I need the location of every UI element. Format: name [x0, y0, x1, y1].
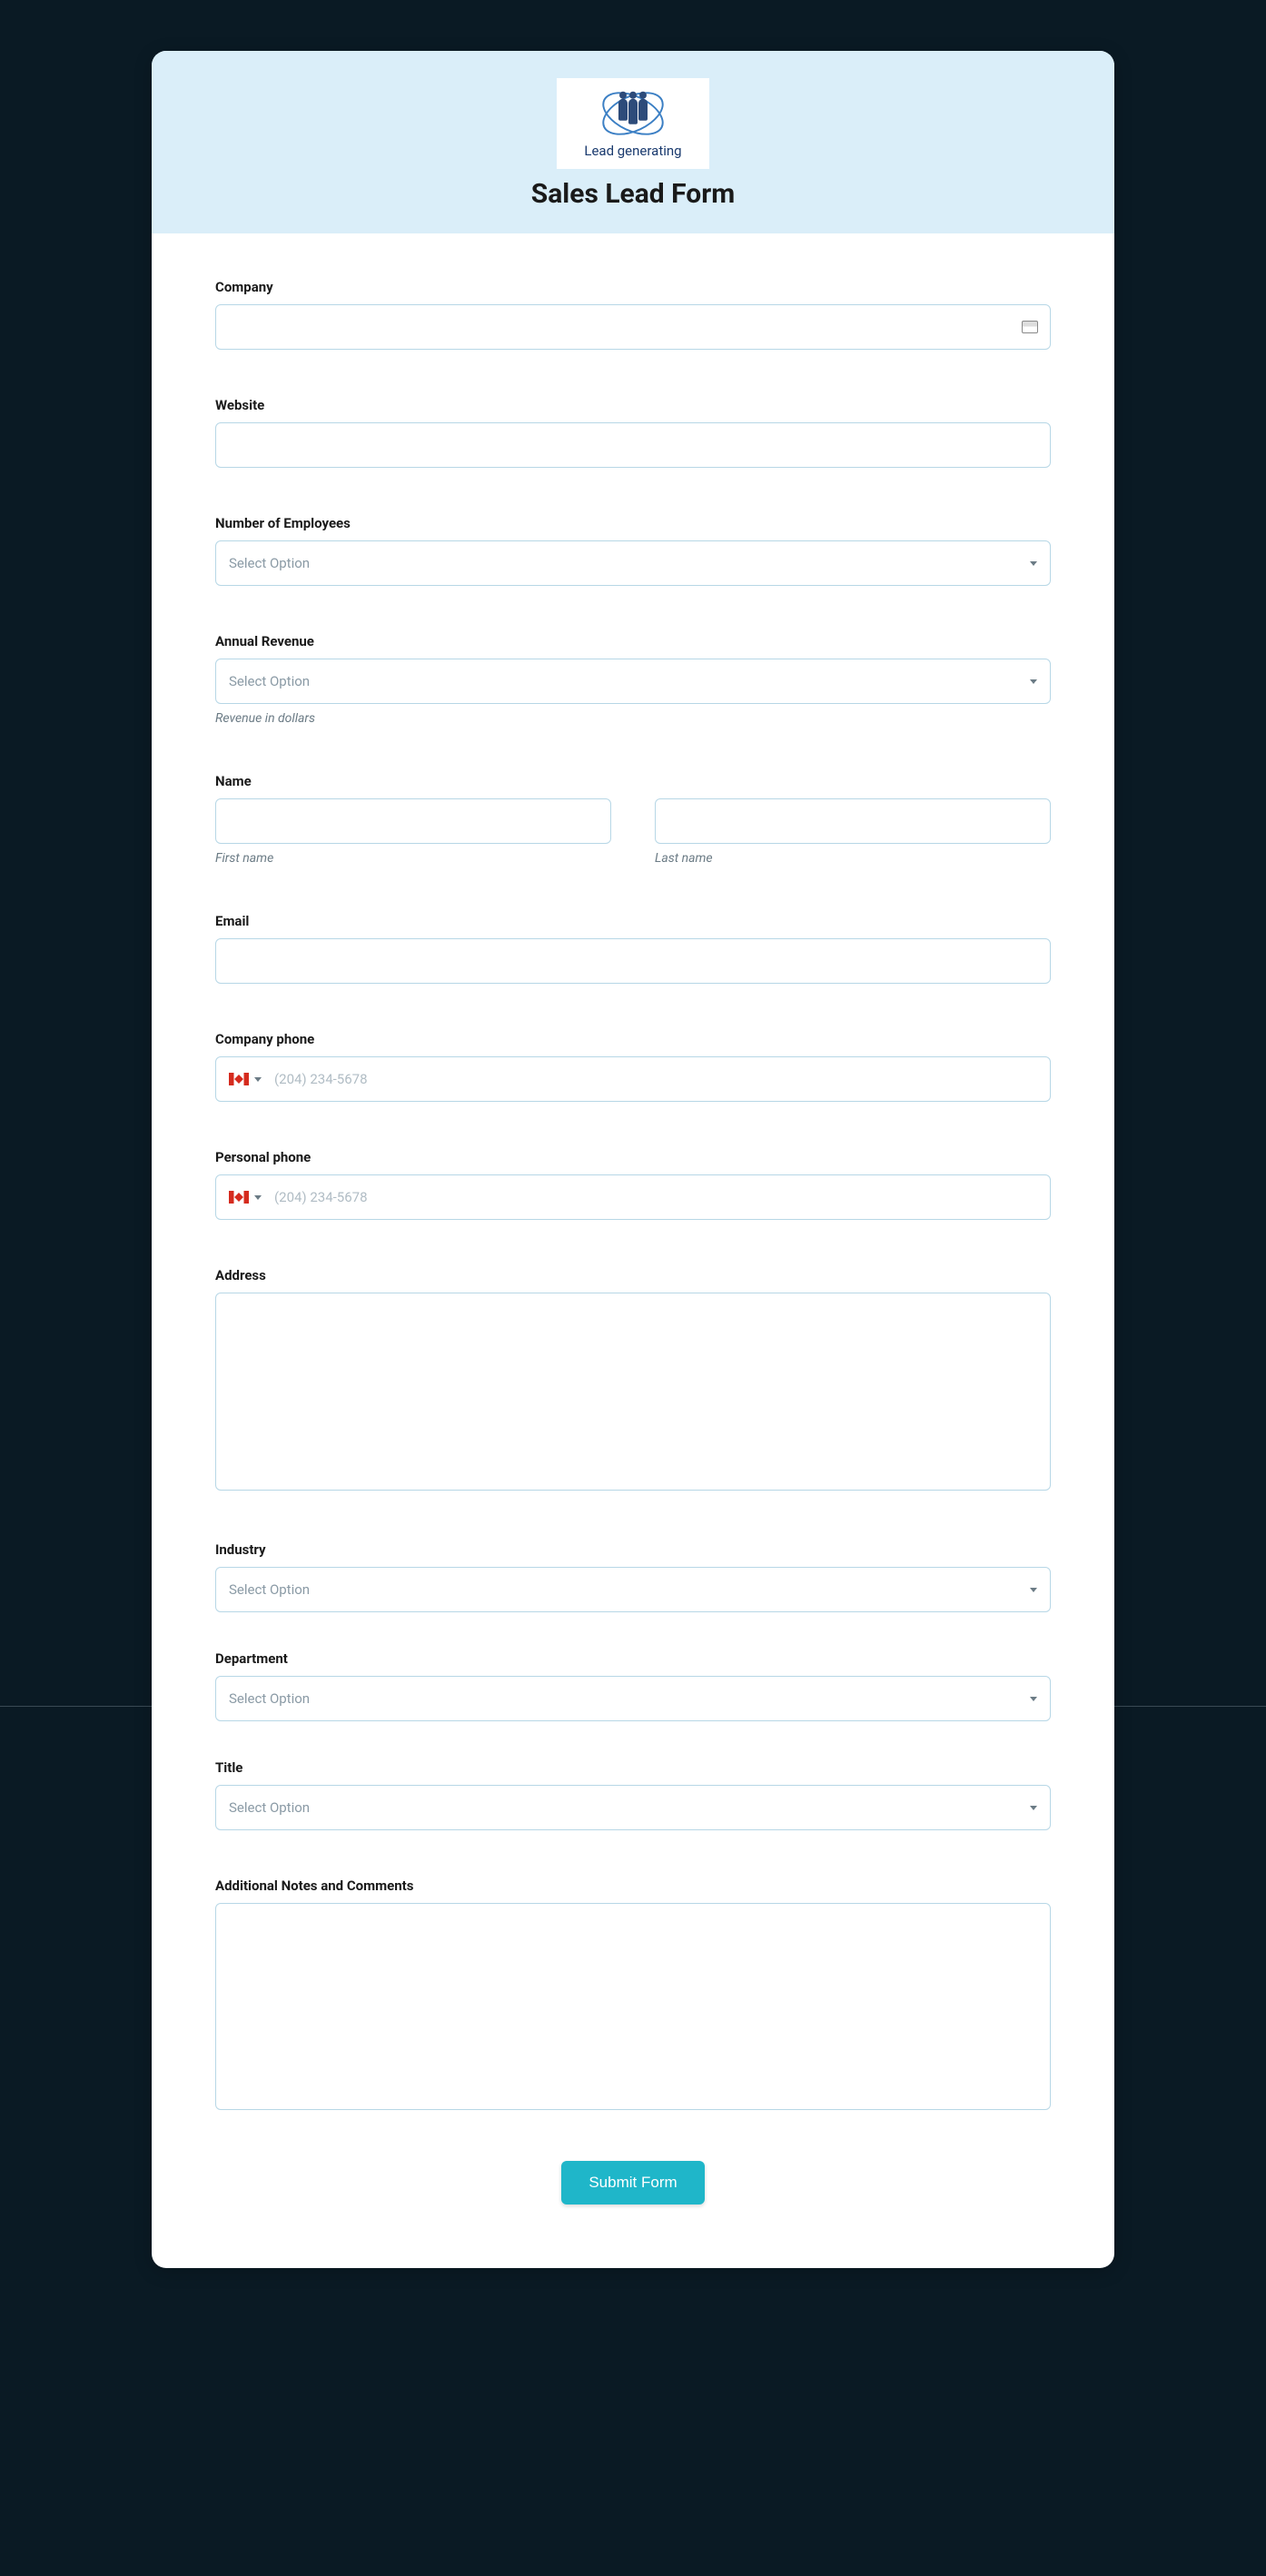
industry-placeholder: Select Option	[229, 1581, 310, 1598]
chevron-down-icon	[1030, 679, 1037, 684]
address-input[interactable]	[215, 1293, 1051, 1491]
website-label: Website	[215, 397, 1051, 413]
employees-label: Number of Employees	[215, 515, 1051, 531]
field-website: Website	[215, 397, 1051, 468]
email-label: Email	[215, 913, 1051, 929]
department-placeholder: Select Option	[229, 1690, 310, 1707]
field-title: Title Select Option	[215, 1759, 1051, 1830]
department-select[interactable]: Select Option	[215, 1676, 1051, 1721]
revenue-placeholder: Select Option	[229, 673, 310, 689]
department-label: Department	[215, 1650, 1051, 1667]
page-title: Sales Lead Form	[152, 178, 1114, 210]
field-address: Address	[215, 1267, 1051, 1494]
form-header: Lead generating Sales Lead Form	[152, 51, 1114, 233]
first-name-input[interactable]	[215, 798, 611, 844]
field-email: Email	[215, 913, 1051, 984]
revenue-select[interactable]: Select Option	[215, 659, 1051, 704]
chevron-down-icon	[1030, 1806, 1037, 1810]
canada-flag-icon	[229, 1191, 249, 1204]
email-input[interactable]	[215, 938, 1051, 984]
submit-row: Submit Form	[215, 2161, 1051, 2204]
field-name: Name First name Last name	[215, 773, 1051, 866]
logo-caption: Lead generating	[584, 143, 681, 159]
last-name-helper: Last name	[655, 851, 1051, 866]
field-notes: Additional Notes and Comments	[215, 1878, 1051, 2114]
first-name-helper: First name	[215, 851, 611, 866]
company-label: Company	[215, 279, 1051, 295]
logo: Lead generating	[557, 78, 709, 169]
website-input[interactable]	[215, 422, 1051, 468]
employees-placeholder: Select Option	[229, 555, 310, 571]
notes-label: Additional Notes and Comments	[215, 1878, 1051, 1894]
notes-input[interactable]	[215, 1903, 1051, 2110]
industry-label: Industry	[215, 1541, 1051, 1558]
title-placeholder: Select Option	[229, 1799, 310, 1816]
field-department: Department Select Option	[215, 1650, 1051, 1721]
field-company: Company	[215, 279, 1051, 350]
revenue-helper: Revenue in dollars	[215, 711, 1051, 726]
autofill-icon[interactable]	[1022, 321, 1038, 333]
chevron-down-icon	[1030, 1697, 1037, 1701]
canada-flag-icon	[229, 1073, 249, 1085]
form-card: Lead generating Sales Lead Form Company …	[152, 51, 1114, 2268]
chevron-down-icon	[1030, 1588, 1037, 1592]
field-company-phone: Company phone	[215, 1031, 1051, 1102]
address-label: Address	[215, 1267, 1051, 1283]
name-label: Name	[215, 773, 1051, 789]
personal-phone-country-select[interactable]	[229, 1191, 262, 1204]
title-select[interactable]: Select Option	[215, 1785, 1051, 1830]
company-phone-wrap	[215, 1056, 1051, 1102]
field-employees: Number of Employees Select Option	[215, 515, 1051, 586]
company-input[interactable]	[215, 304, 1051, 350]
employees-select[interactable]: Select Option	[215, 540, 1051, 586]
company-phone-country-select[interactable]	[229, 1073, 262, 1085]
chevron-down-icon	[254, 1077, 262, 1082]
field-industry: Industry Select Option	[215, 1541, 1051, 1612]
last-name-input[interactable]	[655, 798, 1051, 844]
title-label: Title	[215, 1759, 1051, 1776]
personal-phone-input[interactable]	[274, 1175, 1037, 1219]
personal-phone-label: Personal phone	[215, 1149, 1051, 1165]
field-personal-phone: Personal phone	[215, 1149, 1051, 1220]
industry-select[interactable]: Select Option	[215, 1567, 1051, 1612]
company-phone-input[interactable]	[274, 1057, 1037, 1101]
personal-phone-wrap	[215, 1174, 1051, 1220]
revenue-label: Annual Revenue	[215, 633, 1051, 649]
form-body: Company Website Number of Employees Sele…	[152, 233, 1114, 2268]
field-revenue: Annual Revenue Select Option Revenue in …	[215, 633, 1051, 726]
chevron-down-icon	[254, 1195, 262, 1200]
chevron-down-icon	[1030, 561, 1037, 566]
logo-icon	[597, 88, 669, 139]
company-phone-label: Company phone	[215, 1031, 1051, 1047]
submit-button[interactable]: Submit Form	[561, 2161, 704, 2204]
